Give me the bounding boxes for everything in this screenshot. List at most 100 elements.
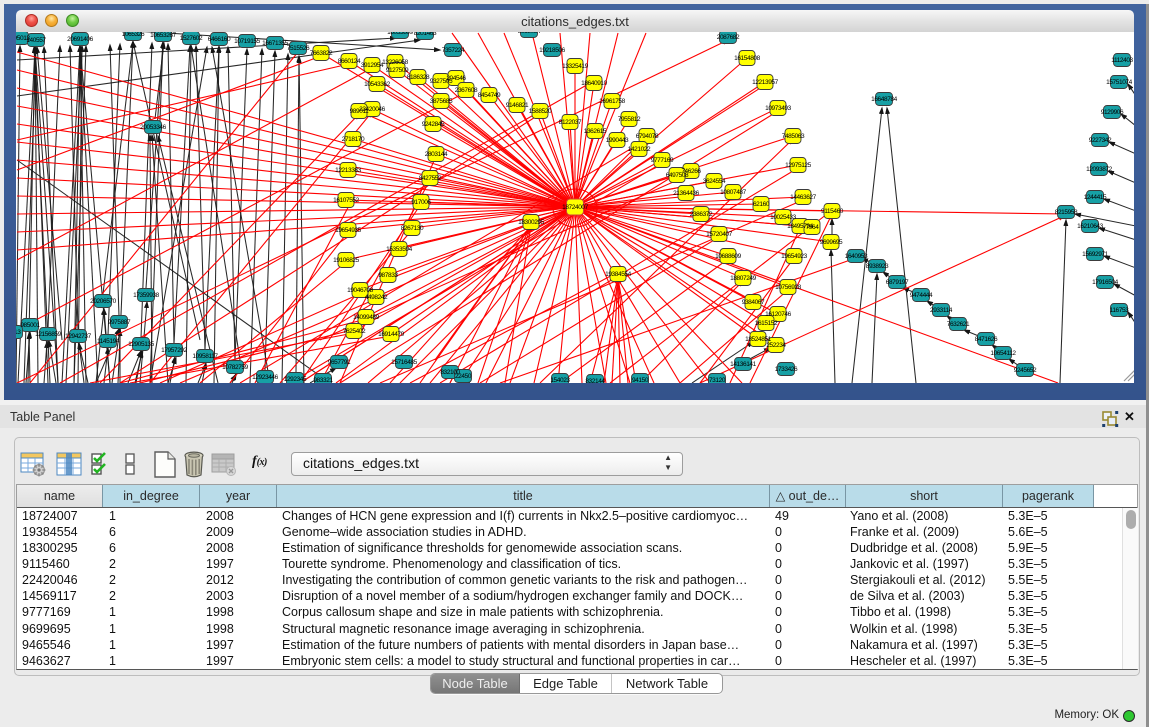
svg-text:985001: 985001 xyxy=(20,322,40,329)
svg-text:9227342: 9227342 xyxy=(1089,137,1112,144)
svg-text:3875685: 3875685 xyxy=(430,98,453,105)
svg-text:832144: 832144 xyxy=(585,378,605,383)
svg-text:20206570: 20206570 xyxy=(90,298,117,305)
svg-text:16053809: 16053809 xyxy=(387,32,414,36)
svg-text:15751074: 15751074 xyxy=(1106,79,1133,86)
svg-text:16961758: 16961758 xyxy=(599,98,626,105)
svg-text:20691406: 20691406 xyxy=(67,36,94,43)
svg-text:16671355: 16671355 xyxy=(262,40,289,47)
svg-text:19218506: 19218506 xyxy=(539,47,566,54)
svg-text:7357224: 7357224 xyxy=(442,47,465,54)
svg-text:21364436: 21364436 xyxy=(673,190,700,197)
svg-text:204546: 204546 xyxy=(446,75,466,82)
svg-text:12942737: 12942737 xyxy=(65,333,92,340)
svg-text:9474444: 9474444 xyxy=(910,292,933,299)
svg-text:8813054: 8813054 xyxy=(518,32,541,35)
svg-text:19384554: 19384554 xyxy=(605,271,632,278)
svg-text:1244415: 1244415 xyxy=(1084,194,1107,201)
svg-text:15692971: 15692971 xyxy=(1082,251,1109,258)
svg-text:12905135: 12905135 xyxy=(128,341,155,348)
svg-text:3912954: 3912954 xyxy=(361,62,384,69)
svg-text:8427552: 8427552 xyxy=(419,175,442,182)
svg-text:12156859: 12156859 xyxy=(35,331,62,338)
svg-text:9384067: 9384067 xyxy=(742,299,765,306)
svg-text:7632621: 7632621 xyxy=(947,321,970,328)
svg-text:15720407: 15720407 xyxy=(706,231,733,238)
svg-text:9699695: 9699695 xyxy=(820,239,843,246)
svg-text:9115460: 9115460 xyxy=(821,208,844,215)
svg-text:9313: 9313 xyxy=(16,329,21,336)
svg-text:7964: 7964 xyxy=(806,224,820,231)
svg-text:1527602: 1527602 xyxy=(180,35,203,42)
svg-text:15353594: 15353594 xyxy=(386,246,413,253)
svg-text:1145194: 1145194 xyxy=(97,338,120,345)
svg-text:1990443: 1990443 xyxy=(606,137,629,144)
svg-text:7515526: 7515526 xyxy=(287,45,310,52)
svg-text:2087682: 2087682 xyxy=(717,34,740,41)
svg-text:19106825: 19106825 xyxy=(333,257,360,264)
svg-text:73120: 73120 xyxy=(709,377,726,383)
svg-text:16120746: 16120746 xyxy=(765,311,792,318)
svg-text:10782759: 10782759 xyxy=(222,364,249,371)
svg-text:1421022: 1421022 xyxy=(628,146,651,153)
svg-text:18807249: 18807249 xyxy=(730,275,757,282)
svg-text:7955812: 7955812 xyxy=(618,116,641,123)
svg-text:9127509: 9127509 xyxy=(386,67,409,74)
svg-text:983321: 983321 xyxy=(313,377,333,383)
svg-text:8122037: 8122037 xyxy=(559,119,582,126)
svg-text:10719155: 10719155 xyxy=(234,38,261,45)
svg-text:9777169: 9777169 xyxy=(651,157,674,164)
svg-text:16914479: 16914479 xyxy=(378,331,405,338)
svg-text:1065326: 1065326 xyxy=(122,32,145,38)
svg-text:8938923: 8938923 xyxy=(866,263,889,270)
svg-text:10756928: 10756928 xyxy=(775,284,802,291)
svg-text:8454749: 8454749 xyxy=(478,92,501,99)
svg-text:987833: 987833 xyxy=(378,272,398,279)
svg-text:1733426: 1733426 xyxy=(775,366,798,373)
svg-text:2367608: 2367608 xyxy=(455,87,478,94)
svg-text:154023: 154023 xyxy=(550,377,570,383)
svg-text:6794078: 6794078 xyxy=(636,133,659,140)
svg-text:10543362: 10543362 xyxy=(364,81,391,88)
svg-text:10807487: 10807487 xyxy=(720,189,747,196)
svg-text:12093872: 12093872 xyxy=(1086,166,1113,173)
svg-text:8471626: 8471626 xyxy=(975,336,998,343)
svg-text:1615152: 1615152 xyxy=(755,320,778,327)
svg-text:7485063: 7485063 xyxy=(782,133,805,140)
svg-text:917006: 917006 xyxy=(411,199,431,206)
svg-text:6466160: 6466160 xyxy=(208,36,231,43)
svg-text:2386372: 2386372 xyxy=(690,211,713,218)
svg-text:94150: 94150 xyxy=(632,377,649,383)
svg-text:6497508: 6497508 xyxy=(666,172,689,179)
svg-text:14463627: 14463627 xyxy=(790,194,817,201)
svg-text:19654935: 19654935 xyxy=(335,227,362,234)
svg-text:7625402: 7625402 xyxy=(343,328,366,335)
svg-text:8215958: 8215958 xyxy=(1055,209,1078,216)
svg-text:22450: 22450 xyxy=(455,373,472,380)
svg-text:989011: 989011 xyxy=(350,108,370,115)
svg-text:116753: 116753 xyxy=(1110,307,1130,314)
svg-text:17957292: 17957292 xyxy=(161,347,188,354)
svg-text:9129906: 9129906 xyxy=(1101,109,1124,116)
svg-text:2718170: 2718170 xyxy=(342,136,365,143)
svg-text:15716485: 15716485 xyxy=(391,359,418,366)
svg-text:1640953: 1640953 xyxy=(845,253,868,260)
svg-text:16107552: 16107552 xyxy=(333,197,360,204)
svg-text:18640910: 18640910 xyxy=(581,80,608,87)
svg-text:2803144: 2803144 xyxy=(425,151,448,158)
svg-text:62160: 62160 xyxy=(753,201,770,208)
svg-text:252234: 252234 xyxy=(766,342,786,349)
svg-text:16648784: 16648784 xyxy=(871,96,898,103)
svg-text:9245652: 9245652 xyxy=(1014,367,1037,374)
svg-text:10973493: 10973493 xyxy=(765,105,792,112)
svg-text:8201463: 8201463 xyxy=(414,32,437,37)
svg-text:9975887: 9975887 xyxy=(108,319,131,326)
svg-text:10688609: 10688609 xyxy=(715,253,742,260)
svg-text:10958117: 10958117 xyxy=(192,353,218,360)
svg-text:19654923: 19654923 xyxy=(781,253,808,260)
svg-text:4498242: 4498242 xyxy=(365,294,388,301)
svg-text:16154808: 16154808 xyxy=(734,55,761,62)
svg-text:17359938: 17359938 xyxy=(133,292,160,299)
svg-text:3624554: 3624554 xyxy=(703,178,726,185)
svg-text:1292345: 1292345 xyxy=(284,376,307,383)
